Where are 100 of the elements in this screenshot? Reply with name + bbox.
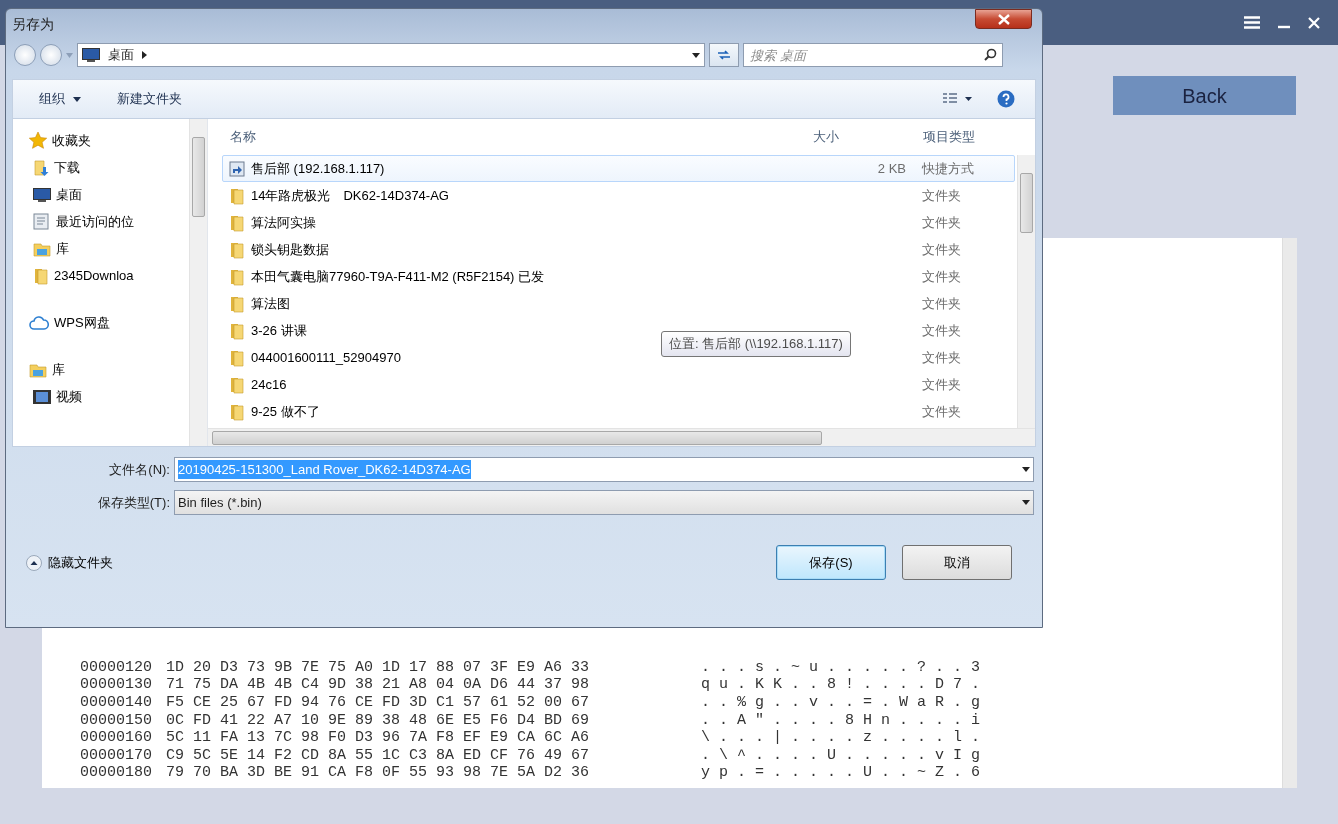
file-name: 算法阿实操 xyxy=(251,213,316,232)
filename-label: 文件名(N): xyxy=(108,460,171,479)
folder-icon xyxy=(229,294,245,313)
refresh-button[interactable] xyxy=(709,43,739,67)
folder-icon xyxy=(229,402,245,421)
hex-offset: 00000130 xyxy=(80,676,152,695)
menu-icon[interactable] xyxy=(1244,16,1260,29)
hex-ascii: . . A " . . . . 8 H n . . . . i xyxy=(701,711,981,730)
file-type: 快捷方式 xyxy=(922,160,974,176)
file-row[interactable]: 9-25 做不了 文件夹 xyxy=(222,398,1015,425)
file-type-dropdown[interactable]: Bin files (*.bin) xyxy=(174,490,1034,515)
dialog-button[interactable]: 保存(S) xyxy=(776,545,886,580)
nav-item[interactable]: 视频 xyxy=(13,383,88,410)
nav-item[interactable]: 桌面 xyxy=(13,181,88,208)
caret-icon[interactable] xyxy=(1022,500,1030,505)
file-row[interactable]: 14年路虎极光 DK62-14D374-AG 文件夹 xyxy=(222,182,1015,209)
nav-item[interactable]: WPS网盘 xyxy=(13,309,116,336)
file-row[interactable]: 算法阿实操 文件夹 xyxy=(222,209,1015,236)
file-name: 24c16 xyxy=(251,375,287,394)
file-row[interactable]: 本田气囊电脑77960-T9A-F411-M2 (R5F2154) 已发 文件夹 xyxy=(222,263,1015,290)
horizontal-scrollbar[interactable] xyxy=(208,428,1035,446)
column-header[interactable]: 大小 xyxy=(813,127,923,147)
column-header[interactable]: 名称 xyxy=(230,127,813,147)
download-folder-icon xyxy=(33,158,49,177)
desktop-icon xyxy=(82,48,100,62)
nav-item[interactable]: 下载 xyxy=(13,154,86,181)
close-icon[interactable] xyxy=(1308,16,1320,29)
folder-icon xyxy=(229,321,245,340)
hex-offset: 00000140 xyxy=(80,694,152,712)
file-type: 文件夹 xyxy=(922,322,961,338)
file-type-label: 保存类型(T): xyxy=(96,493,171,512)
file-name: 算法图 xyxy=(251,294,290,313)
refresh-icon[interactable] xyxy=(717,50,731,60)
view-options-icon[interactable] xyxy=(943,93,973,105)
file-row[interactable]: 算法图 文件夹 xyxy=(222,290,1015,317)
nav-item[interactable]: 2345Downloa xyxy=(13,262,140,289)
hex-ascii: . . % g . . v . . = . W a R . g xyxy=(701,694,981,712)
folder-icon xyxy=(33,266,49,285)
hex-offset: 00000170 xyxy=(80,746,152,765)
file-name: 本田气囊电脑77960-T9A-F411-M2 (R5F2154) 已发 xyxy=(251,267,545,286)
back-button[interactable]: Back xyxy=(1113,76,1296,115)
film-icon xyxy=(33,389,51,404)
nav-item[interactable]: 库 xyxy=(13,235,75,262)
file-type: 文件夹 xyxy=(922,295,961,311)
hex-ascii: . . . s . ~ u . . . . . ? . . 3 xyxy=(701,658,981,677)
close-button[interactable] xyxy=(975,9,1032,29)
file-type: 文件夹 xyxy=(922,403,961,419)
hex-ascii: q u . K K . . 8 ! . . . . D 7 . xyxy=(701,676,981,695)
monitor-icon xyxy=(33,187,51,202)
close-icon[interactable] xyxy=(997,13,1010,25)
dialog-button[interactable]: 取消 xyxy=(902,545,1012,580)
file-type: 文件夹 xyxy=(922,376,961,392)
hex-bytes: 5C 11 FA 13 7C 98 F0 D3 96 7A F8 EF E9 CA 6C A6 xyxy=(166,729,590,747)
folder-icon xyxy=(229,240,245,259)
hex-bytes: 0C FD 41 22 A7 10 9E 89 38 48 6E E5 F6 D4 BD 69 xyxy=(166,711,590,729)
vertical-scrollbar[interactable] xyxy=(1017,155,1035,428)
file-row[interactable]: 24c16 文件夹 xyxy=(222,371,1015,398)
file-type: 文件夹 xyxy=(922,214,961,230)
window-title: 另存为 xyxy=(12,14,54,34)
hex-ascii: . \ ^ . . . . U . . . . . v I g xyxy=(701,746,981,765)
search-icon[interactable] xyxy=(984,48,997,61)
help-icon[interactable] xyxy=(997,90,1015,108)
nav-item[interactable]: 库 xyxy=(13,356,71,383)
hex-bytes: 79 70 BA 3D BE 91 CA F8 0F 55 93 98 7E 5A D2 36 xyxy=(166,764,590,782)
cloud-icon xyxy=(29,315,49,330)
hex-ascii: y p . = . . . . . U . . ~ Z . 6 xyxy=(701,764,981,782)
hex-bytes: F5 CE 25 67 FD 94 76 CE FD 3D C1 57 61 52 00 67 xyxy=(166,694,590,712)
file-type: 文件夹 xyxy=(922,187,961,203)
hex-offset: 00000180 xyxy=(80,764,152,782)
vertical-scrollbar[interactable] xyxy=(189,119,207,446)
caret-icon xyxy=(73,96,81,102)
library-icon xyxy=(29,361,47,378)
file-type: 文件夹 xyxy=(922,268,961,284)
nav-item[interactable]: 收藏夹 xyxy=(13,127,97,154)
star-icon xyxy=(29,132,47,149)
file-type: 文件夹 xyxy=(922,349,961,365)
file-row[interactable]: 锁头钥匙数据 文件夹 xyxy=(222,236,1015,263)
folder-icon xyxy=(229,375,245,394)
caret-icon[interactable] xyxy=(692,52,700,58)
address-bar[interactable]: 桌面 xyxy=(77,43,705,67)
nav-item[interactable]: 最近访问的位 xyxy=(13,208,140,235)
file-name: 售后部 (192.168.1.117) xyxy=(251,159,385,178)
shortcut-icon xyxy=(229,160,245,177)
hex-bytes: 71 75 DA 4B 4B C4 9D 38 21 A8 04 0A D6 44 37 98 xyxy=(166,676,590,694)
breadcrumb-item[interactable]: 桌面 xyxy=(108,45,134,65)
hex-offset: 00000150 xyxy=(80,711,152,730)
tooltip: 位置: 售后部 (\\192.168.1.117) xyxy=(661,331,851,357)
new-folder-button[interactable]: 新建文件夹 xyxy=(111,87,188,111)
file-row[interactable]: 售后部 (192.168.1.117) 2 KB 快捷方式 xyxy=(222,155,1015,182)
collapse-icon xyxy=(26,554,42,571)
chevron-icon[interactable] xyxy=(142,51,147,59)
caret-icon[interactable] xyxy=(1022,467,1030,472)
column-header[interactable]: 项目类型 xyxy=(923,127,1019,147)
library-icon xyxy=(33,240,51,257)
search-field[interactable]: 搜索 桌面 xyxy=(743,43,1003,67)
organize-menu[interactable]: 组织 xyxy=(33,87,87,111)
file-name: 044001600111_52904970 xyxy=(251,348,401,367)
folder-icon xyxy=(229,186,245,205)
hide-folders-toggle[interactable]: 隐藏文件夹 xyxy=(26,552,113,573)
vertical-scrollbar[interactable] xyxy=(1282,238,1297,788)
